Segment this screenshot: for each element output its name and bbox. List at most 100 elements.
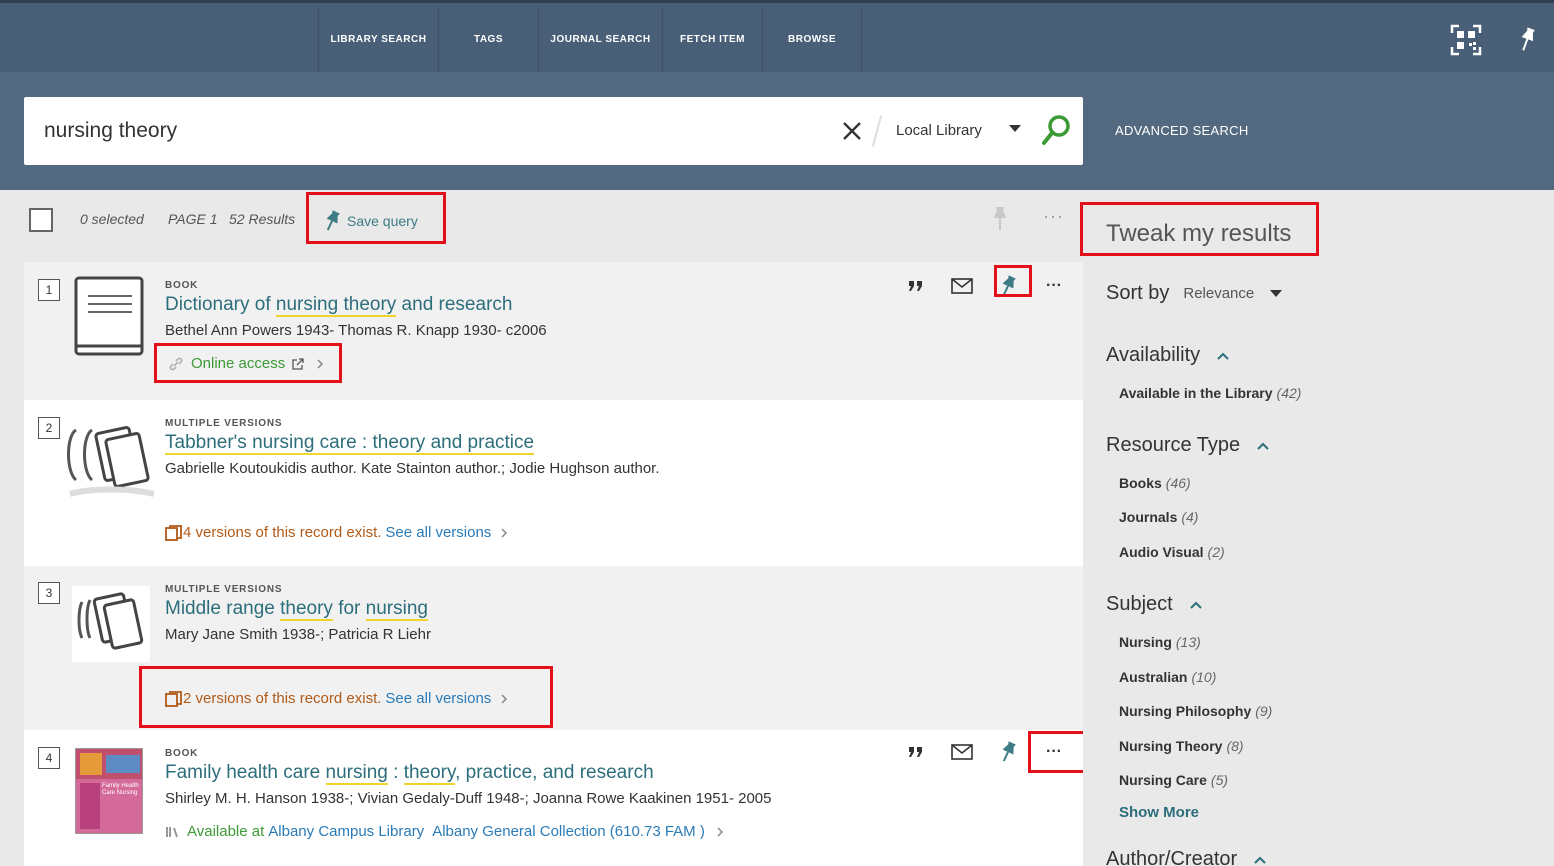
facet-item[interactable]: Books (46) (1119, 475, 1191, 491)
result-title[interactable]: Dictionary of nursing theory and researc… (165, 294, 513, 317)
title-text: , practice, and research (455, 762, 654, 783)
title-text: Family health care (165, 762, 326, 783)
select-all-checkbox[interactable] (29, 208, 53, 232)
facet-item[interactable]: Audio Visual (2) (1119, 544, 1225, 560)
facet-item[interactable]: Available in the Library (42) (1119, 385, 1301, 401)
facet-label: Subject (1106, 593, 1173, 615)
versions-icon (165, 524, 182, 541)
facets-title: Tweak my results (1106, 220, 1292, 247)
chevron-down-icon[interactable] (1009, 125, 1021, 132)
facet-resource-type[interactable]: Resource Type (1106, 434, 1270, 457)
facet-subject[interactable]: Subject (1106, 593, 1203, 616)
chevron-up-icon (1190, 601, 1202, 609)
chevron-down-icon[interactable] (1270, 290, 1283, 297)
sort-label: Sort by (1106, 282, 1170, 304)
title-highlight: theory (280, 598, 333, 621)
external-link-icon (292, 357, 304, 370)
nav-browse[interactable]: BROWSE (762, 6, 862, 72)
facet-label: Resource Type (1106, 434, 1241, 456)
facet-availability[interactable]: Availability (1106, 344, 1230, 367)
result-authors: Mary Jane Smith 1938-; Patricia R Liehr (165, 626, 431, 643)
versions-text: 2 versions of this record exist. (183, 690, 382, 707)
facet-item[interactable]: Australian (10) (1119, 669, 1216, 685)
result-authors: Shirley M. H. Hanson 1938-; Vivian Gedal… (165, 790, 772, 807)
nav-fetch-item[interactable]: FETCH ITEM (662, 6, 762, 72)
email-icon[interactable] (950, 740, 974, 764)
more-icon[interactable]: ··· (1043, 206, 1064, 227)
versions-notice: 2 versions of this record exist. See all… (165, 690, 509, 707)
result-number: 3 (38, 582, 60, 604)
location-link[interactable]: Albany Campus Library (268, 823, 424, 840)
title-text: Tabbner's (165, 432, 253, 455)
title-text: care : (314, 432, 373, 455)
search-scope-select[interactable]: Local Library (896, 122, 982, 139)
selected-count: 0 selected (80, 211, 144, 227)
chevron-up-icon (1254, 856, 1266, 864)
result-item: 4 Family Health Care Nursing BOOK Family… (24, 730, 1083, 866)
title-text: for (332, 598, 366, 619)
facet-label: Availability (1106, 344, 1201, 366)
citation-icon[interactable] (904, 740, 928, 764)
sort-select[interactable]: Relevance (1183, 285, 1254, 302)
advanced-search-link[interactable]: ADVANCED SEARCH (1115, 123, 1249, 138)
pin-icon[interactable] (996, 740, 1020, 764)
pin-icon[interactable] (990, 206, 1010, 237)
online-access-label: Online access (191, 355, 286, 372)
pin-icon[interactable] (996, 274, 1020, 298)
search-input[interactable] (44, 116, 824, 146)
title-highlight: nursing (252, 432, 315, 455)
email-icon[interactable] (950, 274, 974, 298)
result-number: 4 (38, 747, 60, 769)
main-nav: LIBRARY SEARCH TAGS JOURNAL SEARCH FETCH… (318, 6, 862, 72)
facet-item[interactable]: Nursing Theory (8) (1119, 738, 1244, 754)
cover-title: Family Health Care Nursing (102, 783, 139, 796)
facet-item[interactable]: Journals (4) (1119, 509, 1198, 525)
result-item: 2 MULTIPLE VERSIONS Tabbner's nursing ca… (24, 400, 1083, 566)
nav-journal-search[interactable]: JOURNAL SEARCH (538, 6, 662, 72)
search-band: Local Library ADVANCED SEARCH (0, 72, 1554, 190)
title-highlight: nursing (325, 762, 388, 785)
save-query-button[interactable]: Save query (322, 208, 418, 234)
result-authors: Bethel Ann Powers 1943- Thomas R. Knapp … (165, 322, 547, 339)
result-title[interactable]: Tabbner's nursing care : theory and prac… (165, 432, 535, 455)
top-bar: LIBRARY SEARCH TAGS JOURNAL SEARCH FETCH… (0, 0, 1554, 72)
online-access-link[interactable]: Online access (169, 355, 325, 372)
clear-icon[interactable] (840, 119, 864, 143)
barcode-scan-icon[interactable] (1449, 23, 1483, 57)
resource-type: BOOK (165, 748, 199, 759)
facet-label: Author/Creator (1106, 848, 1238, 866)
nav-tags[interactable]: TAGS (438, 6, 538, 72)
title-text: and research (396, 294, 513, 315)
see-all-versions-link[interactable]: See all versions (385, 524, 491, 541)
result-title[interactable]: Family health care nursing : theory, pra… (165, 762, 654, 785)
title-highlight: theory (372, 432, 426, 455)
title-text: Dictionary of (165, 294, 276, 315)
more-icon[interactable]: ··· (1042, 740, 1066, 764)
facet-item[interactable]: Nursing Care (5) (1119, 772, 1228, 788)
resource-type: BOOK (165, 280, 199, 291)
more-icon[interactable]: ··· (1042, 274, 1066, 298)
book-cover-icon (74, 276, 146, 363)
results-toolbar: 0 selected PAGE 1 52 Results Save query … (0, 190, 1083, 254)
result-number: 1 (38, 279, 60, 301)
chevron-right-icon (501, 693, 508, 704)
pin-icon[interactable] (1512, 23, 1542, 57)
show-more-link[interactable]: Show More (1119, 804, 1199, 821)
result-title[interactable]: Middle range theory for nursing (165, 598, 428, 621)
facet-author-creator[interactable]: Author/Creator (1106, 848, 1267, 866)
facet-item[interactable]: Nursing (13) (1119, 634, 1201, 650)
title-highlight: nursing (365, 598, 428, 621)
search-box: Local Library (24, 97, 1083, 165)
facet-item[interactable]: Nursing Philosophy (9) (1119, 703, 1272, 719)
chevron-right-icon[interactable] (715, 826, 725, 838)
nav-library-search[interactable]: LIBRARY SEARCH (318, 6, 438, 72)
link-icon (169, 357, 183, 370)
search-icon[interactable] (1040, 113, 1072, 147)
chevron-up-icon (1257, 442, 1269, 450)
resource-type: MULTIPLE VERSIONS (165, 584, 283, 595)
facets-panel: Tweak my results Sort by Relevance Avail… (1083, 190, 1554, 866)
citation-icon[interactable] (904, 274, 928, 298)
result-actions: ··· (904, 274, 1088, 298)
see-all-versions-link[interactable]: See all versions (385, 690, 491, 707)
chevron-up-icon (1217, 352, 1229, 360)
